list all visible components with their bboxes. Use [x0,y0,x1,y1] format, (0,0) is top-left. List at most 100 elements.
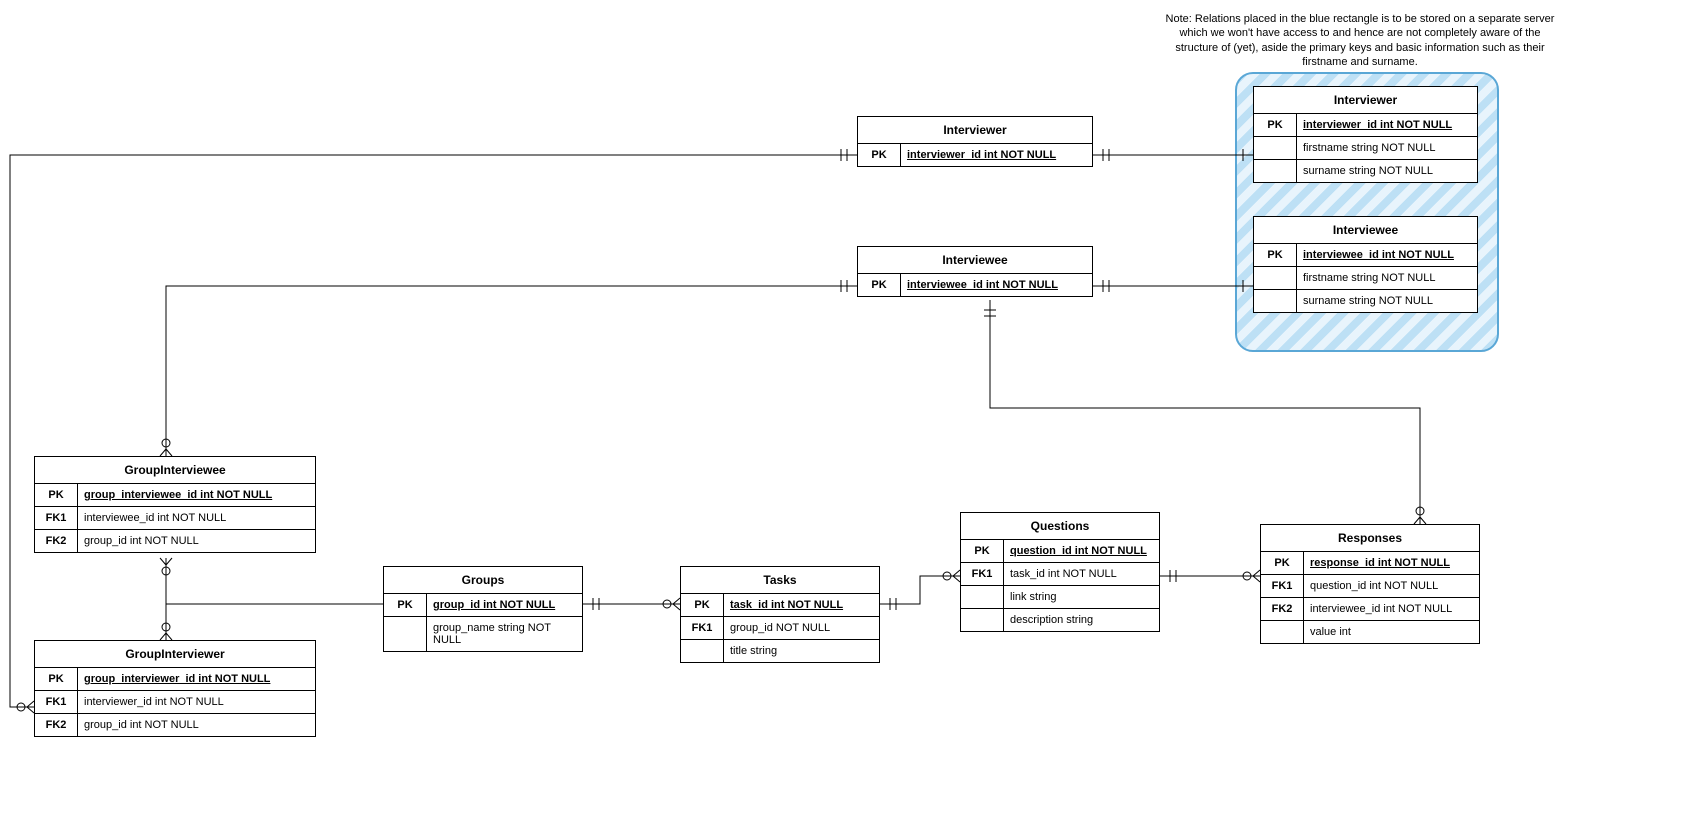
entity-title: Interviewer [858,117,1092,144]
entity-row: PK interviewee_id int NOT NULL [858,274,1092,296]
note-line: which we won't have access to and hence … [1179,27,1540,39]
entity-blue-interviewer: Interviewer PK interviewer_id int NOT NU… [1253,86,1478,183]
val-col: task_id int NOT NULL [724,594,879,616]
val-col: group_id int NOT NULL [427,594,582,616]
diagram-canvas: Note: Relations placed in the blue recta… [0,0,1693,815]
val-col: surname string NOT NULL [1297,160,1477,182]
entity-row: PK task_id int NOT NULL [681,594,879,617]
val-col: group_id int NOT NULL [78,714,315,736]
entity-tasks: Tasks PK task_id int NOT NULL FK1 group_… [680,566,880,663]
entity-row: PK interviewer_id int NOT NULL [1254,114,1477,137]
entity-interviewer: Interviewer PK interviewer_id int NOT NU… [857,116,1093,167]
key-col: FK1 [1261,575,1304,597]
key-col: PK [1254,244,1297,266]
entity-title: Interviewee [1254,217,1477,244]
entity-row: PK question_id int NOT NULL [961,540,1159,563]
entity-title: GroupInterviewer [35,641,315,668]
entity-row: FK1 interviewee_id int NOT NULL [35,507,315,530]
key-col [1254,290,1297,312]
val-col: group_id NOT NULL [724,617,879,639]
val-col: firstname string NOT NULL [1297,267,1477,289]
key-col [961,609,1004,631]
key-col: PK [961,540,1004,562]
entity-row: PK interviewer_id int NOT NULL [858,144,1092,166]
key-col: FK1 [681,617,724,639]
entity-groups: Groups PK group_id int NOT NULL group_na… [383,566,583,652]
note-text: Note: Relations placed in the blue recta… [1145,12,1575,69]
key-col [961,586,1004,608]
key-col: FK2 [35,714,78,736]
key-col: PK [35,484,78,506]
val-col: group_interviewer_id int NOT NULL [78,668,315,690]
entity-group-interviewer: GroupInterviewer PK group_interviewer_id… [34,640,316,737]
entity-title: Interviewee [858,247,1092,274]
entity-title: Responses [1261,525,1479,552]
key-col: FK2 [35,530,78,552]
entity-title: Interviewer [1254,87,1477,114]
entity-row: surname string NOT NULL [1254,160,1477,182]
val-col: description string [1004,609,1159,631]
val-col: interviewer_id int NOT NULL [78,691,315,713]
val-col: firstname string NOT NULL [1297,137,1477,159]
note-line: firstname and surname. [1302,56,1418,68]
val-col: response_id int NOT NULL [1304,552,1479,574]
val-col: interviewee_id int NOT NULL [1297,244,1477,266]
entity-row: FK1 group_id NOT NULL [681,617,879,640]
key-col: FK1 [35,691,78,713]
entity-row: PK group_interviewee_id int NOT NULL [35,484,315,507]
entity-row: firstname string NOT NULL [1254,267,1477,290]
val-col: question_id int NOT NULL [1304,575,1479,597]
entity-row: group_name string NOT NULL [384,617,582,651]
key-col [1254,160,1297,182]
val-col: interviewee_id int NOT NULL [1304,598,1479,620]
key-col: PK [35,668,78,690]
val-col: group_name string NOT NULL [427,617,582,651]
entity-title: Tasks [681,567,879,594]
val-col: link string [1004,586,1159,608]
key-col: PK [1261,552,1304,574]
entity-row: PK response_id int NOT NULL [1261,552,1479,575]
val-col: title string [724,640,879,662]
key-col [384,617,427,651]
key-col [1254,267,1297,289]
entity-row: value int [1261,621,1479,643]
entity-row: FK1 interviewer_id int NOT NULL [35,691,315,714]
entity-row: title string [681,640,879,662]
entity-title: GroupInterviewee [35,457,315,484]
val-col: interviewer_id int NOT NULL [901,144,1092,166]
key-col: FK1 [961,563,1004,585]
entity-questions: Questions PK question_id int NOT NULL FK… [960,512,1160,632]
entity-row: FK1 question_id int NOT NULL [1261,575,1479,598]
entity-row: surname string NOT NULL [1254,290,1477,312]
key-col: PK [681,594,724,616]
key-col: FK2 [1261,598,1304,620]
entity-row: FK2 group_id int NOT NULL [35,530,315,552]
entity-row: FK2 group_id int NOT NULL [35,714,315,736]
note-line: Note: Relations placed in the blue recta… [1166,13,1555,25]
key-col: PK [1254,114,1297,136]
entity-title: Questions [961,513,1159,540]
key-col: PK [384,594,427,616]
key-col: PK [858,144,901,166]
entity-row: firstname string NOT NULL [1254,137,1477,160]
val-col: interviewee_id int NOT NULL [901,274,1092,296]
val-col: question_id int NOT NULL [1004,540,1159,562]
val-col: surname string NOT NULL [1297,290,1477,312]
entity-row: FK2 interviewee_id int NOT NULL [1261,598,1479,621]
val-col: group_interviewee_id int NOT NULL [78,484,315,506]
entity-blue-interviewee: Interviewee PK interviewee_id int NOT NU… [1253,216,1478,313]
entity-title: Groups [384,567,582,594]
note-line: structure of (yet), aside the primary ke… [1175,42,1544,54]
entity-row: PK interviewee_id int NOT NULL [1254,244,1477,267]
entity-row: description string [961,609,1159,631]
key-col: FK1 [35,507,78,529]
entity-interviewee: Interviewee PK interviewee_id int NOT NU… [857,246,1093,297]
key-col [1254,137,1297,159]
val-col: group_id int NOT NULL [78,530,315,552]
entity-row: FK1 task_id int NOT NULL [961,563,1159,586]
key-col [681,640,724,662]
val-col: task_id int NOT NULL [1004,563,1159,585]
entity-group-interviewee: GroupInterviewee PK group_interviewee_id… [34,456,316,553]
entity-responses: Responses PK response_id int NOT NULL FK… [1260,524,1480,644]
entity-row: PK group_id int NOT NULL [384,594,582,617]
